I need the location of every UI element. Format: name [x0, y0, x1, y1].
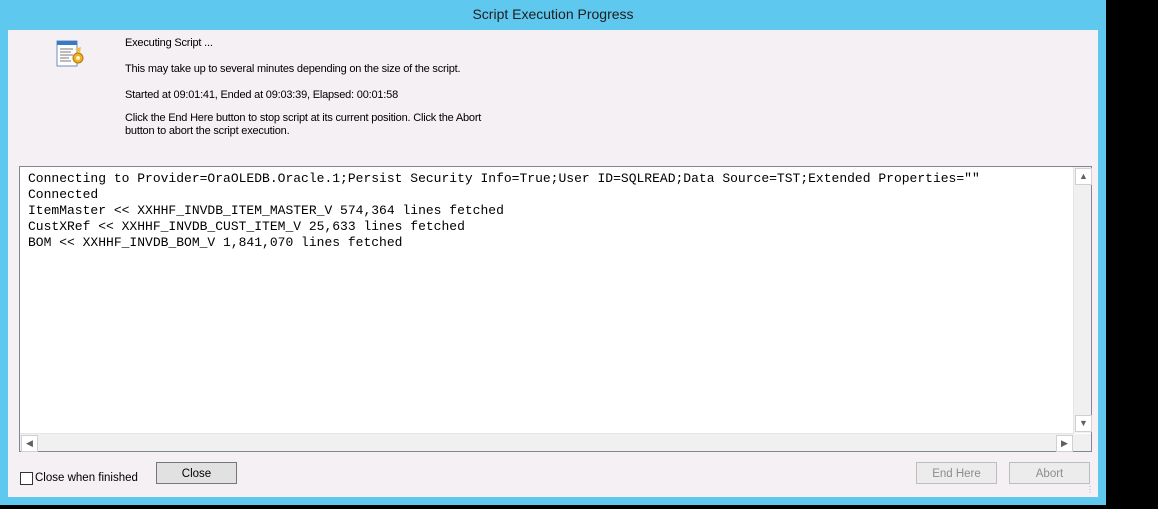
horizontal-scrollbar[interactable]: ◀ ▶ — [20, 433, 1074, 452]
log-text: Connecting to Provider=OraOLEDB.Oracle.1… — [28, 171, 980, 251]
log-output-box[interactable]: Connecting to Provider=OraOLEDB.Oracle.1… — [19, 166, 1092, 452]
log-line: Connected — [28, 187, 99, 202]
close-when-finished-label[interactable]: Close when finished — [35, 472, 138, 484]
log-line: BOM << XXHHF_INVDB_BOM_V 1,841,070 lines… — [28, 235, 403, 250]
scroll-left-icon[interactable]: ◀ — [21, 435, 38, 452]
scrollbar-corner — [1074, 434, 1091, 451]
scroll-right-icon[interactable]: ▶ — [1056, 435, 1073, 452]
close-button[interactable]: Close — [156, 462, 237, 484]
abort-button[interactable]: Abort — [1009, 462, 1090, 484]
window-title: Script Execution Progress — [472, 6, 634, 22]
end-here-button[interactable]: End Here — [916, 462, 997, 484]
scroll-down-icon[interactable]: ▼ — [1075, 415, 1092, 432]
timing-text: Started at 09:01:41, Ended at 09:03:39, … — [125, 89, 398, 101]
script-execution-window: Script Execution Progress Executing Scri… — [0, 0, 1106, 505]
dialog-client-area: Executing Script ... This may take up to… — [8, 30, 1098, 497]
resize-grip-icon[interactable]: ⋮ — [1086, 485, 1096, 495]
scroll-up-icon[interactable]: ▲ — [1075, 168, 1092, 185]
log-line: ItemMaster << XXHHF_INVDB_ITEM_MASTER_V … — [28, 203, 504, 218]
executing-status-text: Executing Script ... — [125, 37, 213, 49]
log-line: Connecting to Provider=OraOLEDB.Oracle.1… — [28, 171, 980, 186]
instructions-text: Click the End Here button to stop script… — [125, 112, 482, 137]
vertical-scrollbar[interactable]: ▲ ▼ — [1073, 167, 1092, 433]
log-line: CustXRef << XXHHF_INVDB_CUST_ITEM_V 25,6… — [28, 219, 465, 234]
info-text: This may take up to several minutes depe… — [125, 63, 461, 75]
script-icon — [53, 37, 87, 71]
close-when-finished-checkbox[interactable] — [20, 472, 33, 485]
